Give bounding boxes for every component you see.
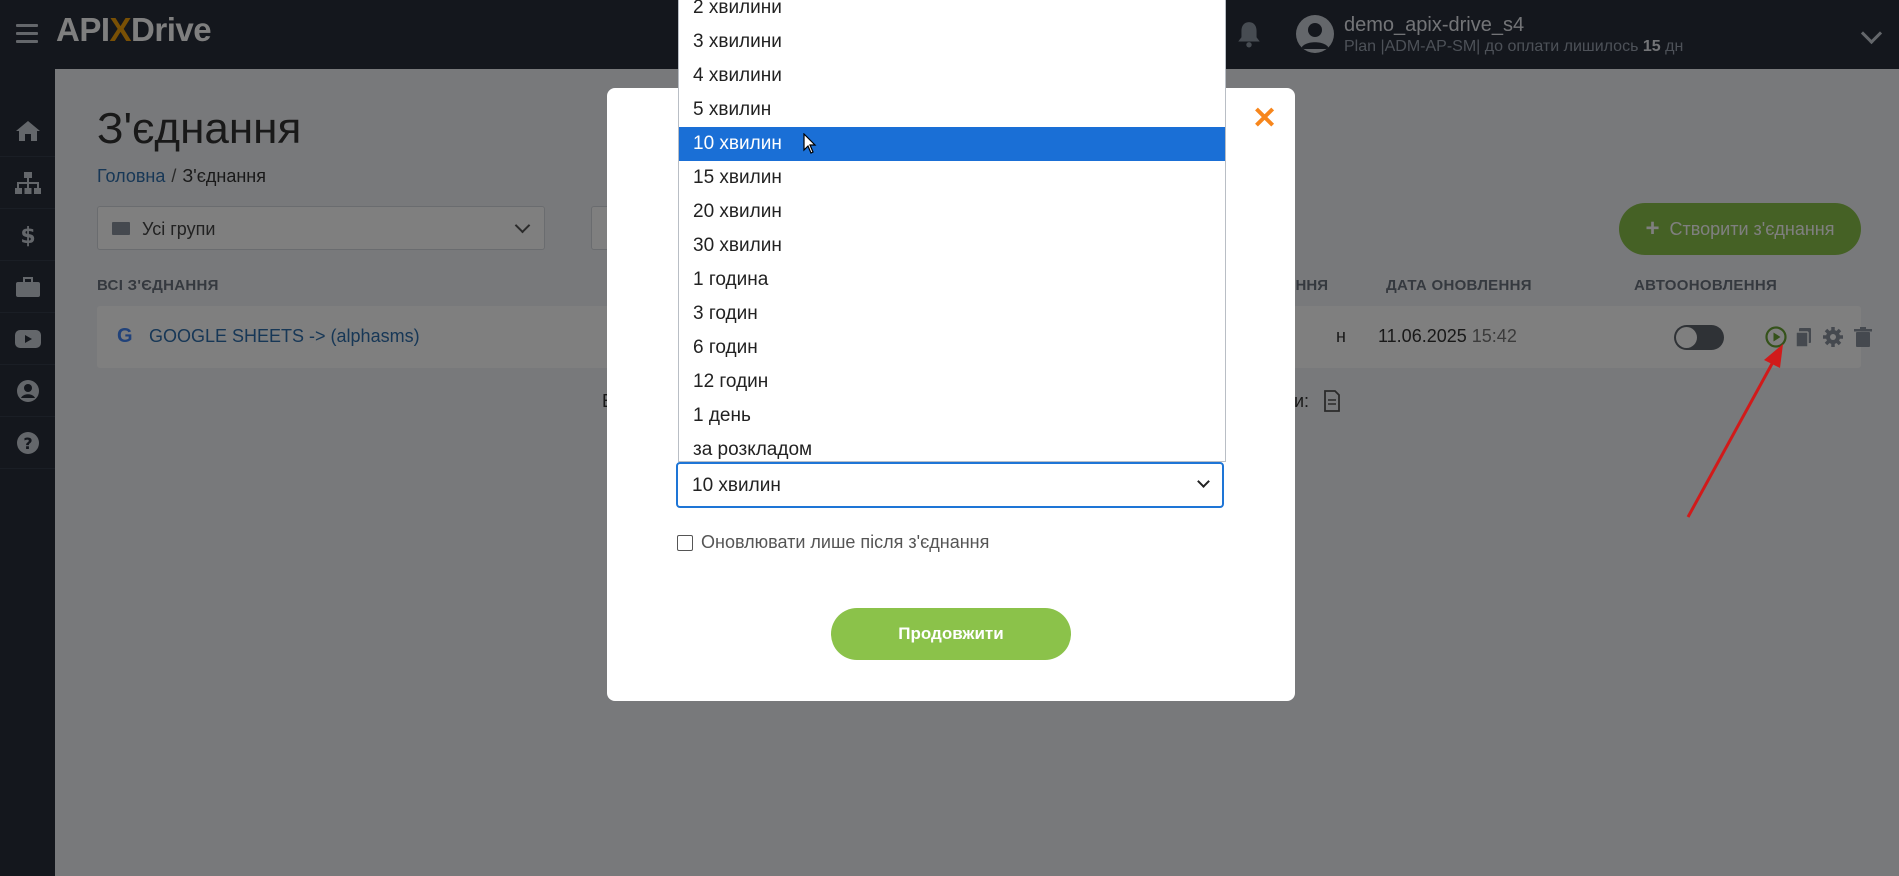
annotation-arrow [1686,344,1783,518]
